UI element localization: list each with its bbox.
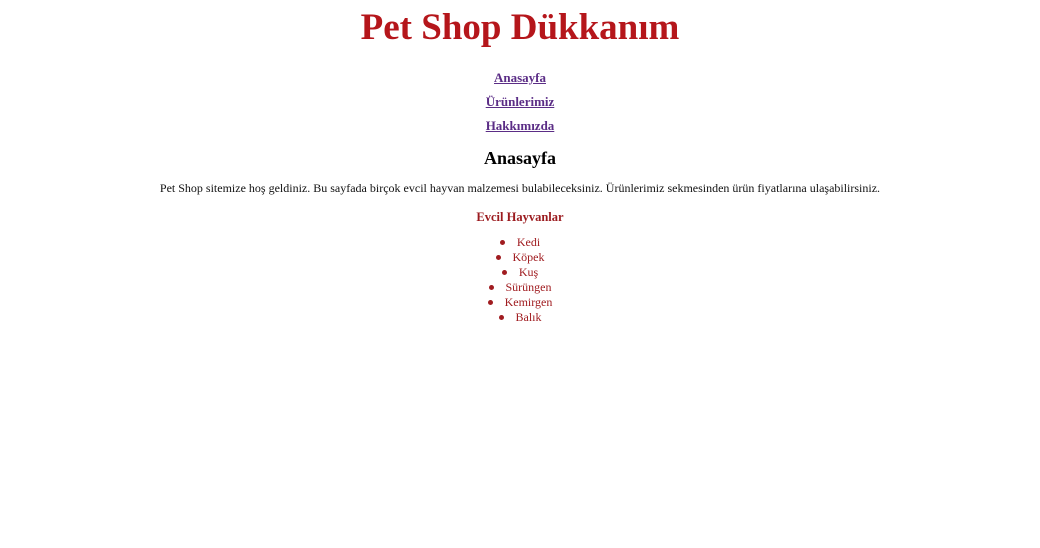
nav-link-urunlerimiz[interactable]: Ürünlerimiz: [0, 94, 1040, 110]
bullet-icon: [498, 314, 504, 320]
list-item: Köpek: [0, 250, 1040, 265]
section-title: Anasayfa: [483, 148, 556, 168]
list-item: Kemirgen: [0, 295, 1040, 310]
bullet-icon: [487, 299, 493, 305]
list-item-label: Sürüngen: [505, 280, 552, 294]
bullet-icon: [495, 254, 501, 260]
list-item: Kuş: [0, 265, 1040, 280]
nav-link-anasayfa[interactable]: Anasayfa: [0, 70, 1040, 86]
list-item: Kedi: [0, 235, 1040, 250]
page: Pet Shop Dükkanım Anasayfa Ürünlerimiz H…: [0, 0, 1040, 548]
list-item-label: Balık: [515, 310, 542, 324]
site-title: Pet Shop Dükkanım: [360, 7, 680, 48]
pets-heading: Evcil Hayvanlar: [476, 210, 564, 224]
bullet-icon: [488, 284, 494, 290]
intro-paragraph: Pet Shop sitemize hoş geldiniz. Bu sayfa…: [159, 181, 881, 195]
main-nav: Anasayfa Ürünlerimiz Hakkımızda: [0, 70, 1040, 134]
list-item-label: Kuş: [518, 265, 539, 279]
bullet-icon: [499, 239, 505, 245]
pets-list: Kedi Köpek Kuş Sürüngen Kemirgen Balık: [0, 235, 1040, 325]
list-item-label: Kemirgen: [504, 295, 553, 309]
nav-link-hakkimizda[interactable]: Hakkımızda: [0, 118, 1040, 134]
list-item-label: Köpek: [512, 250, 545, 264]
list-item: Balık: [0, 310, 1040, 325]
list-item-label: Kedi: [516, 235, 541, 249]
bullet-icon: [501, 269, 507, 275]
list-item: Sürüngen: [0, 280, 1040, 295]
